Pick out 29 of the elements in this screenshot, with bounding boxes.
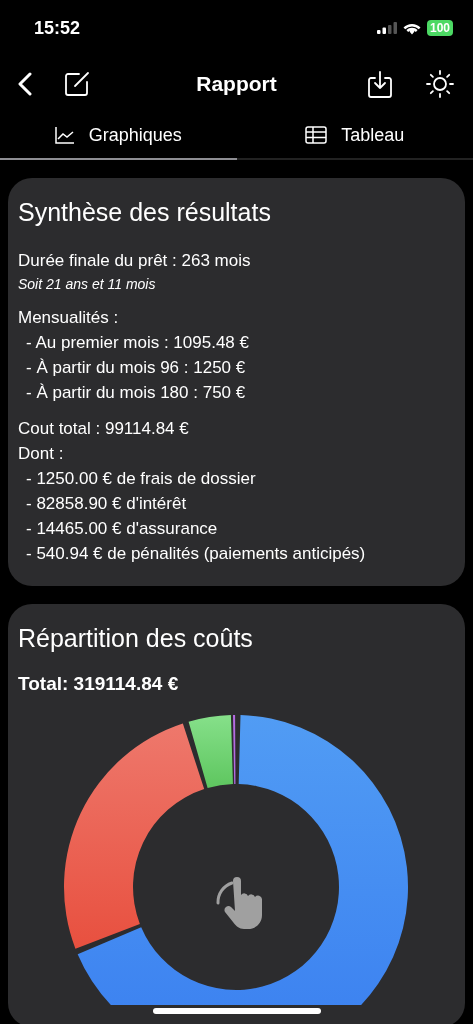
edit-button[interactable]: [64, 71, 90, 97]
summary-item: - 14465.00 € d'assurance: [25, 519, 219, 539]
summary-item: - 540.94 € de pénalités (paiements anticipés): [25, 544, 367, 564]
summary-item: - Au premier mois : 1095.48 €: [25, 333, 250, 353]
download-button[interactable]: [367, 70, 393, 98]
screen-title: Rapport: [195, 72, 278, 96]
back-button[interactable]: [18, 72, 32, 96]
line-chart-icon: [54, 126, 75, 144]
summary-line: Cout total : 99114.84 €: [18, 419, 190, 439]
table-icon: [305, 126, 328, 144]
tap-gesture-icon: [216, 877, 262, 929]
total-amount: Total: 319114.84 €: [18, 673, 180, 695]
battery-level: 100: [426, 20, 453, 36]
summary-line: Mensualités :: [18, 308, 120, 328]
summary-line: Durée finale du prêt : 263 mois: [18, 251, 252, 271]
wifi-icon: [402, 21, 421, 35]
view-tab[interactable]: Tableau: [236, 112, 473, 160]
status-time: 15:52: [34, 17, 81, 39]
summary-item: - À partir du mois 180 : 750 €: [25, 383, 247, 403]
signal-icon: [376, 22, 397, 34]
card-title: Répartition des coûts: [18, 624, 254, 653]
summary-item: - À partir du mois 96 : 1250 €: [25, 358, 247, 378]
summary-note: Soit 21 ans et 11 mois: [18, 276, 157, 292]
view-tab[interactable]: Graphiques: [0, 112, 237, 160]
summary-item: - 82858.90 € d'intérêt: [25, 494, 188, 514]
brightness-button[interactable]: [425, 69, 455, 99]
summary-line: Dont :: [18, 444, 65, 464]
summary-item: - 1250.00 € de frais de dossier: [25, 469, 257, 489]
card-title: Synthèse des résultats: [18, 198, 272, 227]
